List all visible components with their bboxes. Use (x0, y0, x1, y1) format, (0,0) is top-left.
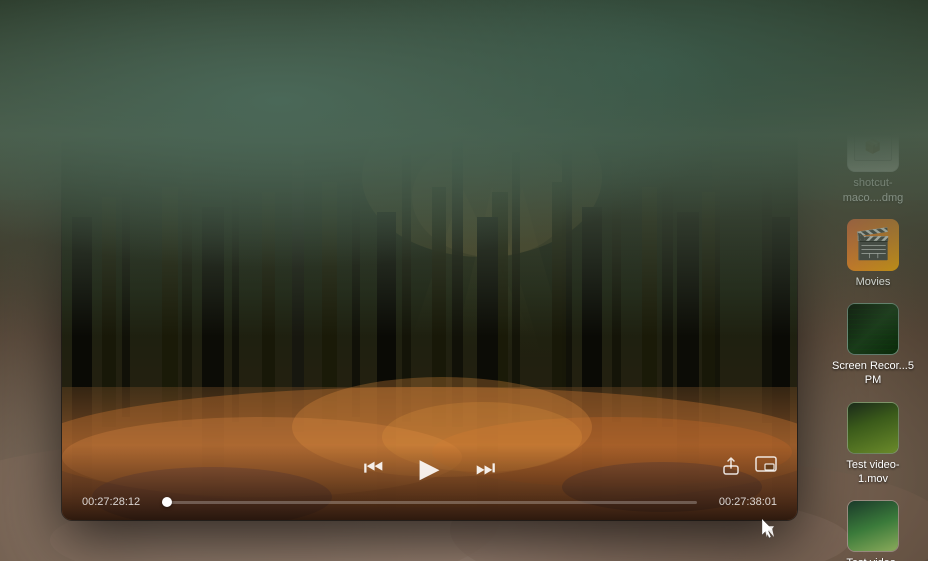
desktop-icon-movies[interactable]: 🎬 Movies (828, 215, 918, 293)
test-video1-thumb (847, 402, 899, 454)
progress-row: 00:27:28:12 00:27:38:01 (82, 496, 777, 508)
test-video2-thumb (847, 500, 899, 552)
fullscreen-button[interactable] (755, 456, 777, 481)
window-title: 🎬 Test video-1.mov (369, 113, 489, 129)
quicktime-window: 🎬 Test video-1.mov (62, 105, 797, 520)
progress-bar[interactable] (162, 501, 697, 504)
traffic-lights (74, 115, 129, 128)
test-video2-inner (848, 501, 898, 551)
title-text: Test video-1.mov (391, 114, 489, 129)
desktop-icon-screen-recording[interactable]: Screen Recor...5 PM (828, 299, 918, 392)
shotcut-icon: 📦 (847, 120, 899, 172)
controls-overlay: ⏮ ▶ ⏭ (62, 445, 797, 520)
desktop-sidebar: ▼ Screen Shots 📦 shotcut- maco....dmg 🎬 … (818, 0, 928, 561)
screen-recording-inner (848, 304, 898, 354)
file-icon: 🎬 (369, 113, 385, 129)
test-video1-inner (848, 403, 898, 453)
shotcut-icon-inner: 📦 (854, 131, 892, 161)
desktop-icon-test-video2[interactable]: Test video-2.mp4 (828, 496, 918, 561)
scroll-down-arrow[interactable]: ▼ (860, 8, 886, 22)
shotcut-label: shotcut- maco....dmg (832, 176, 914, 205)
play-button[interactable]: ▶ (412, 450, 448, 486)
transport-controls: ⏮ ▶ ⏭ (82, 450, 777, 486)
screenshots-icon (847, 36, 899, 88)
rewind-button[interactable]: ⏮ (356, 450, 392, 486)
progress-thumb (162, 497, 172, 507)
screenshots-icon-inner (855, 48, 891, 76)
right-controls (721, 456, 777, 481)
total-time: 00:27:38:01 (707, 496, 777, 508)
movies-icon-inner: 🎬 (854, 227, 891, 262)
desktop-icon-shotcut[interactable]: 📦 shotcut- maco....dmg (828, 116, 918, 209)
desktop-icon-test-video1[interactable]: Test video-1.mov (828, 398, 918, 491)
fastforward-button[interactable]: ⏭ (468, 450, 504, 486)
close-button[interactable] (74, 115, 87, 128)
test-video1-label: Test video-1.mov (832, 458, 914, 487)
screenshots-label: Screen Shots (840, 92, 906, 106)
desktop: 🎬 Test video-1.mov (0, 0, 928, 561)
test-video2-label: Test video-2.mp4 (832, 556, 914, 561)
screen-recording-label: Screen Recor...5 PM (832, 359, 914, 388)
desktop-icon-screenshots[interactable]: Screen Shots (828, 32, 918, 110)
movies-label: Movies (856, 275, 891, 289)
movies-icon: 🎬 (847, 219, 899, 271)
minimize-button[interactable] (95, 115, 108, 128)
screen-recording-thumb (847, 303, 899, 355)
current-time: 00:27:28:12 (82, 496, 152, 508)
share-button[interactable] (721, 456, 741, 481)
titlebar: 🎬 Test video-1.mov (62, 105, 797, 137)
video-area[interactable]: ⏮ ▶ ⏭ (62, 137, 797, 520)
maximize-button[interactable] (116, 115, 129, 128)
